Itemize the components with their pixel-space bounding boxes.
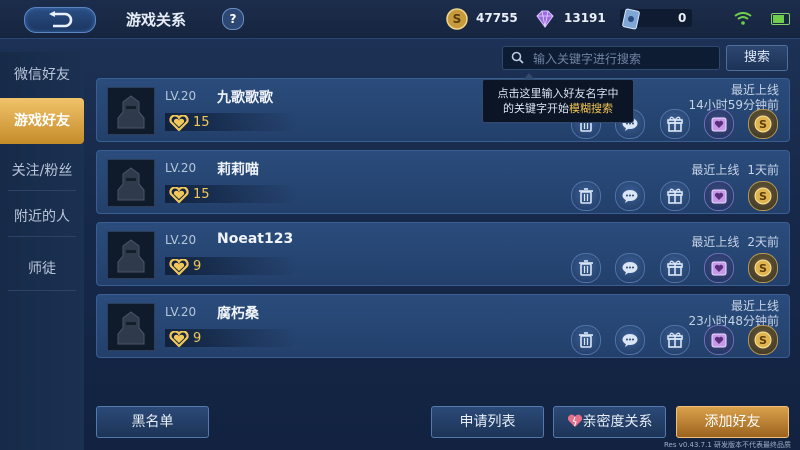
search-box: [502, 46, 720, 70]
intimacy-heart-icon: [169, 115, 189, 131]
intimacy-value: 15: [193, 187, 210, 202]
last-online-time: 1天前: [747, 163, 779, 177]
default-avatar-icon: [117, 311, 145, 345]
friend-row[interactable]: LV.20 腐朽桑 9 最近上线 23小时48分钟前 S: [96, 294, 790, 358]
svg-text:S: S: [759, 334, 767, 347]
blacklist-button[interactable]: 黑名单: [96, 406, 209, 438]
tooltip-line1: 点击这里输入好友名字中: [497, 87, 619, 100]
delete-friend-button[interactable]: [571, 325, 601, 355]
intimacy-gift-button[interactable]: [704, 253, 734, 283]
sidebar-item-wechat-friends[interactable]: 微信好友: [0, 52, 84, 98]
intimacy-gift-button[interactable]: [704, 325, 734, 355]
version-text: Res v0.43.7.1 研发版本不代表最终品质: [664, 441, 792, 449]
send-coin-button[interactable]: S: [748, 253, 778, 283]
tooltip-highlight: 模糊搜索: [569, 102, 613, 115]
chat-button[interactable]: [615, 181, 645, 211]
page-title: 游戏关系: [126, 11, 187, 29]
tooltip-line2: 的关键字开始模糊搜索: [483, 101, 633, 116]
friend-name: 腐朽桑: [217, 306, 259, 322]
last-online-label: 最近上线: [691, 163, 740, 177]
svg-text:S: S: [759, 118, 767, 131]
intimacy-value: 15: [193, 115, 210, 130]
tooltip-line2-prefix: 的关键字开始: [503, 102, 569, 115]
last-online: 最近上线 2天前: [691, 233, 779, 250]
diamond-amount: 13191: [564, 11, 606, 25]
friend-name: 九歌歌歌: [217, 90, 273, 106]
last-online-time: 2天前: [747, 235, 779, 249]
friend-row[interactable]: LV.20 Noeat123 9 最近上线 2天前 S: [96, 222, 790, 286]
send-coin-button[interactable]: S: [748, 181, 778, 211]
coupon-icon: [622, 8, 640, 30]
avatar[interactable]: [107, 159, 155, 207]
friend-row[interactable]: LV.20 九歌歌歌 15 最近上线 14小时59分钟前 S: [96, 78, 790, 142]
back-arrow-icon: [49, 11, 73, 28]
top-bar: 游戏关系 ? S 47755 13191 0: [0, 0, 800, 39]
sidebar-item-nearby[interactable]: 附近的人: [0, 194, 84, 240]
broken-heart-icon: [567, 414, 582, 427]
default-avatar-icon: [117, 95, 145, 129]
diamond-icon: [536, 10, 554, 28]
sidebar: 微信好友 游戏好友 关注/粉丝 附近的人 师徒: [0, 52, 84, 450]
sidebar-item-follow-fans[interactable]: 关注/粉丝: [0, 148, 84, 194]
svg-text:S: S: [453, 12, 462, 26]
friend-name: 莉莉喵: [217, 162, 259, 178]
sidebar-item-mentor[interactable]: 师徒: [0, 246, 84, 292]
svg-text:S: S: [759, 262, 767, 275]
friend-level: LV.20: [165, 305, 197, 319]
friend-name: Noeat123: [217, 231, 294, 247]
request-list-button[interactable]: 申请列表: [431, 406, 544, 438]
delete-friend-button[interactable]: [571, 253, 601, 283]
send-coin-button[interactable]: S: [748, 109, 778, 139]
intimacy-relation-label: 亲密度关系: [582, 414, 653, 430]
svg-text:S: S: [759, 190, 767, 203]
last-online: 最近上线 1天前: [691, 161, 779, 178]
intimacy-heart-icon: [169, 187, 189, 203]
gold-coin-icon: S: [446, 8, 468, 30]
send-coin-button[interactable]: S: [748, 325, 778, 355]
avatar[interactable]: [107, 303, 155, 351]
wifi-icon: [734, 12, 752, 25]
sidebar-item-game-friends[interactable]: 游戏好友: [0, 98, 84, 144]
battery-icon: [771, 13, 790, 25]
search-input[interactable]: [531, 49, 715, 69]
gold-amount: 47755: [476, 11, 518, 25]
send-gift-button[interactable]: [660, 253, 690, 283]
friend-row[interactable]: LV.20 莉莉喵 15 最近上线 1天前 S: [96, 150, 790, 214]
add-friend-button[interactable]: 添加好友: [676, 406, 789, 438]
avatar[interactable]: [107, 87, 155, 135]
coupon-amount: 0: [678, 11, 687, 25]
search-tooltip: 点击这里输入好友名字中 的关键字开始模糊搜索: [482, 73, 634, 123]
intimacy-relation-button[interactable]: 亲密度关系: [553, 406, 666, 438]
friend-level: LV.20: [165, 89, 197, 103]
delete-friend-button[interactable]: [571, 181, 601, 211]
chat-button[interactable]: [615, 325, 645, 355]
last-online-label: 最近上线: [691, 235, 740, 249]
intimacy-value: 9: [193, 259, 202, 274]
send-gift-button[interactable]: [660, 109, 690, 139]
friend-level: LV.20: [165, 233, 197, 247]
friend-level: LV.20: [165, 161, 197, 175]
intimacy-gift-button[interactable]: [704, 181, 734, 211]
intimacy-heart-icon: [169, 259, 189, 275]
intimacy-gift-button[interactable]: [704, 109, 734, 139]
search-button[interactable]: 搜索: [726, 45, 788, 71]
help-button[interactable]: ?: [222, 8, 244, 30]
avatar[interactable]: [107, 231, 155, 279]
back-button[interactable]: [24, 7, 96, 33]
send-gift-button[interactable]: [660, 325, 690, 355]
send-gift-button[interactable]: [660, 181, 690, 211]
intimacy-heart-icon: [169, 331, 189, 347]
intimacy-value: 9: [193, 331, 202, 346]
default-avatar-icon: [117, 239, 145, 273]
battery-level: [773, 15, 785, 23]
chat-button[interactable]: [615, 253, 645, 283]
search-icon: [511, 51, 524, 64]
default-avatar-icon: [117, 167, 145, 201]
